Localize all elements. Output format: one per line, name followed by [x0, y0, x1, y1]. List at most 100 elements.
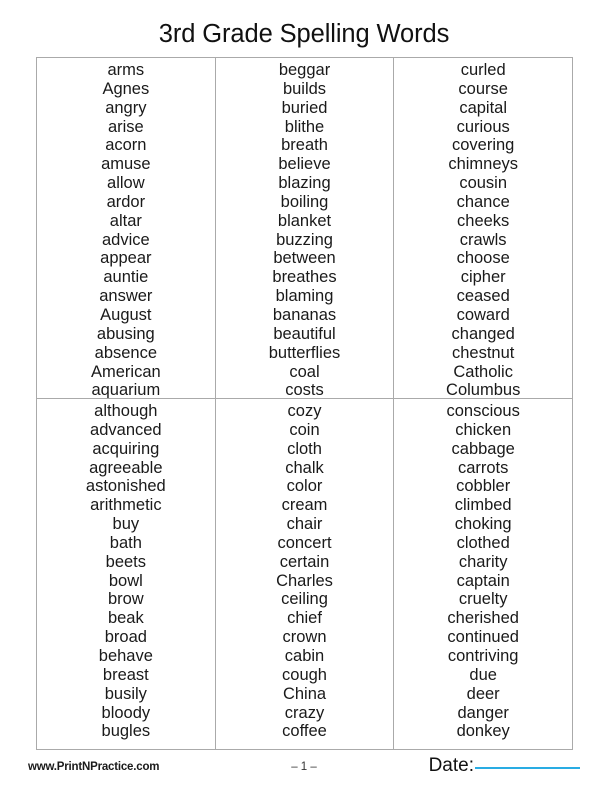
spelling-word: coal [289, 362, 320, 381]
spelling-word: advice [101, 230, 150, 249]
spelling-word: astonished [85, 477, 166, 496]
spelling-word: August [100, 305, 152, 324]
spelling-word: China [282, 684, 327, 703]
spelling-word: cloth [287, 439, 322, 458]
spelling-word: clothed [456, 533, 510, 552]
spelling-word: appear [100, 249, 152, 268]
spelling-word: American [90, 362, 161, 381]
spelling-word: aquarium [91, 381, 161, 398]
spelling-word: between [273, 249, 336, 268]
spelling-word: color [286, 477, 323, 496]
spelling-word: chair [286, 515, 323, 534]
spelling-word: acorn [105, 136, 147, 155]
spelling-word: cabbage [451, 439, 515, 458]
spelling-word: costs [285, 381, 324, 398]
spelling-word: cream [281, 496, 328, 515]
spelling-word: chestnut [451, 343, 515, 362]
spelling-word: changed [451, 324, 515, 343]
spelling-word: beautiful [273, 324, 336, 343]
spelling-word: crown [282, 628, 327, 647]
spelling-word: buried [281, 98, 328, 117]
spelling-word: cabin [284, 646, 325, 665]
spelling-word: Catholic [453, 362, 513, 381]
spelling-word: chalk [285, 458, 324, 477]
spelling-word: amuse [101, 155, 151, 174]
spelling-word: cozy [287, 402, 322, 420]
date-blank-line[interactable] [475, 767, 580, 769]
spelling-word: conscious [446, 402, 520, 420]
spelling-word: crawls [459, 230, 507, 249]
spelling-word: bath [109, 533, 142, 552]
spelling-word: ceased [456, 287, 510, 306]
spelling-word: broad [104, 628, 147, 647]
spelling-word: blanket [277, 211, 332, 230]
spelling-word: ceiling [281, 590, 328, 609]
page-footer: www.PrintNPractice.com – 1 – Date: [0, 755, 608, 787]
spelling-word: arms [107, 61, 145, 79]
spelling-word: cough [282, 665, 327, 684]
spelling-word: due [469, 665, 497, 684]
spelling-word: beggar [278, 61, 331, 79]
spelling-word: answer [99, 287, 153, 306]
spelling-word: cheeks [457, 211, 510, 230]
spelling-word: continued [447, 628, 519, 647]
worksheet-page: 3rd Grade Spelling Words arms Agnes angry a… [0, 0, 608, 787]
spelling-word: agreeable [89, 458, 163, 477]
word-group-bottom: although advanced acquiring agreeable astoni… [37, 398, 572, 749]
spelling-word: covering [451, 136, 515, 155]
spelling-word: donkey [456, 722, 510, 741]
spelling-word: breath [281, 136, 328, 155]
spelling-word: brow [107, 590, 144, 609]
spelling-word: boiling [280, 192, 329, 211]
spelling-word: climbed [454, 496, 512, 515]
spelling-word: bloody [101, 703, 151, 722]
spelling-word: cipher [460, 268, 506, 287]
spelling-word: blaming [275, 287, 334, 306]
word-column-6: conscious chicken cabbage carrots cobbler cli… [393, 399, 572, 749]
spelling-words-table: arms Agnes angry arise acorn amuse allow ardor a… [36, 57, 573, 750]
word-column-2: beggar builds buried blithe breath believe bla… [214, 58, 394, 398]
spelling-word: coin [289, 420, 320, 439]
spelling-word: course [458, 79, 508, 98]
spelling-word: butterflies [268, 343, 341, 362]
spelling-word: altar [109, 211, 142, 230]
spelling-word: capital [459, 98, 508, 117]
spelling-word: arise [107, 117, 144, 136]
date-label: Date: [428, 755, 474, 776]
spelling-word: auntie [103, 268, 149, 287]
spelling-word: cousin [459, 174, 508, 193]
spelling-word: coward [456, 305, 510, 324]
spelling-word: acquiring [92, 439, 160, 458]
spelling-word: curious [456, 117, 510, 136]
spelling-word: chimneys [448, 155, 519, 174]
spelling-word: danger [457, 703, 509, 722]
spelling-word: concert [277, 533, 332, 552]
spelling-word: breast [102, 665, 149, 684]
spelling-word: Agnes [102, 79, 150, 98]
spelling-word: busily [104, 684, 147, 703]
word-column-4: although advanced acquiring agreeable astoni… [37, 399, 215, 749]
spelling-word: blazing [278, 174, 331, 193]
spelling-word: absence [94, 343, 158, 362]
spelling-word: Columbus [446, 381, 521, 398]
spelling-word: chance [456, 192, 510, 211]
spelling-word: breathes [272, 268, 337, 287]
spelling-word: cobbler [456, 477, 511, 496]
spelling-word: buzzing [276, 230, 333, 249]
spelling-word: choking [454, 515, 512, 534]
spelling-word: deer [466, 684, 500, 703]
spelling-word: although [94, 402, 158, 420]
spelling-word: Charles [276, 571, 333, 590]
spelling-word: beets [105, 552, 147, 571]
date-field: Date: [429, 755, 580, 777]
page-title: 3rd Grade Spelling Words [158, 20, 450, 48]
spelling-word: curled [460, 61, 506, 79]
word-group-top: arms Agnes angry arise acorn amuse allow ardor a… [37, 58, 572, 398]
spelling-word: cherished [447, 609, 519, 628]
spelling-word: coffee [282, 722, 327, 741]
spelling-word: behave [98, 646, 153, 665]
spelling-word: certain [279, 552, 330, 571]
spelling-word: carrots [457, 458, 509, 477]
spelling-word: bugles [101, 722, 151, 741]
spelling-word: crazy [284, 703, 325, 722]
